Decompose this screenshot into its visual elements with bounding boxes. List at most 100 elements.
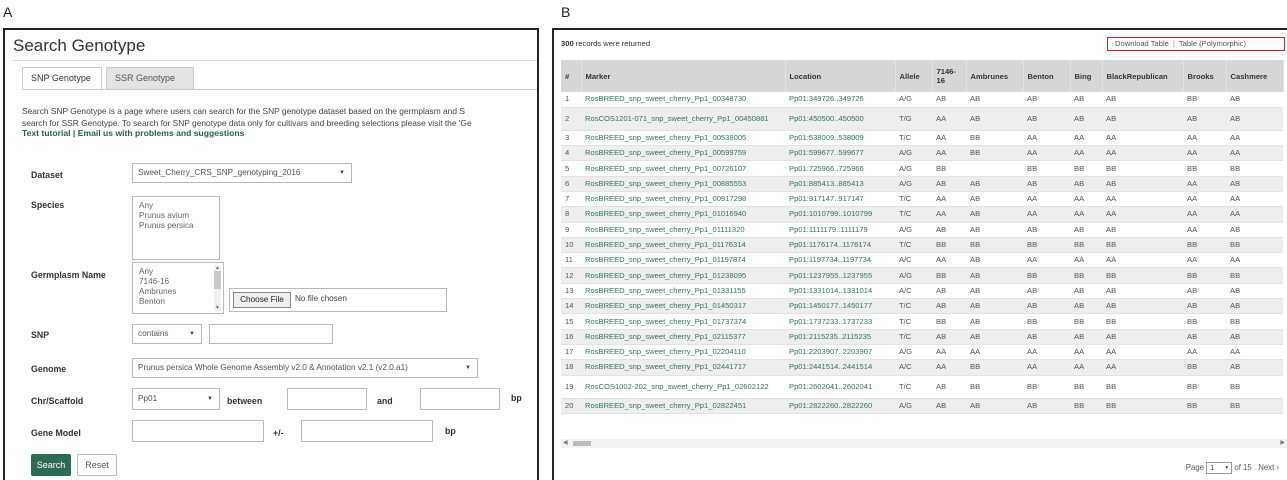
listbox-scrollbar[interactable]: ▲ ▼ [214,265,221,311]
marker-link[interactable]: RosBREED_snp_sweet_cherry_Pp1_01111320 [581,222,785,238]
table-row: 10 RosBREED_snp_sweet_cherry_Pp1_01176314… [561,237,1283,254]
marker-link[interactable]: RosCOS1002-202_snp_sweet_cherry_Pp1_0260… [581,375,785,399]
tab-snp-genotype[interactable]: SNP Genotype [22,67,102,89]
marker-link[interactable]: RosBREED_snp_sweet_cherry_Pp1_01331155 [581,283,785,300]
column-header[interactable]: Brooks [1183,60,1227,92]
marker-link[interactable]: RosBREED_snp_sweet_cherry_Pp1_00885553 [581,176,785,192]
snp-input[interactable] [209,324,333,344]
genotype-cell: AA [1070,130,1102,147]
marker-link[interactable]: RosBREED_snp_sweet_cherry_Pp1_01197874 [581,252,785,269]
search-button[interactable]: Search [31,454,71,476]
location-link[interactable]: Pp01:2203907..2203907 [785,344,895,361]
genotype-cell: BB [1102,237,1183,254]
table-row: 15 RosBREED_snp_sweet_cherry_Pp1_01737374… [561,313,1283,330]
germplasm-option[interactable]: Benton [139,297,217,307]
location-link[interactable]: Pp01:1176174..1176174 [785,237,895,254]
location-link[interactable]: Pp01:885413..885413 [785,176,895,192]
reset-button[interactable]: Reset [77,454,117,476]
download-polymorphic-link[interactable]: Table (Polymorphic) [1179,39,1246,48]
location-link[interactable]: Pp01:1197734..1197734 [785,252,895,269]
gene-model-input[interactable] [132,420,264,442]
species-option[interactable]: Prunus avium [139,211,213,221]
marker-link[interactable]: RosBREED_snp_sweet_cherry_Pp1_01450317 [581,298,785,315]
marker-link[interactable]: RosBREED_snp_sweet_cherry_Pp1_02822451 [581,398,785,414]
germplasm-listbox[interactable]: Any 7146-16 Ambrunes Benton ▲ ▼ [132,262,224,314]
column-header[interactable]: Allele [895,60,933,92]
germplasm-option[interactable]: Ambrunes [139,287,217,297]
location-link[interactable]: Pp01:450500..450500 [785,107,895,131]
page-select[interactable]: 1 ▼ [1206,462,1233,474]
species-option[interactable]: Any [139,201,213,211]
column-header[interactable]: # [561,60,582,92]
genotype-cell: AB [1070,329,1102,345]
marker-link[interactable]: RosBREED_snp_sweet_cherry_Pp1_01737374 [581,313,785,330]
marker-link[interactable]: RosBREED_snp_sweet_cherry_Pp1_00348730 [581,92,785,108]
scrollbar-thumb[interactable] [573,441,591,446]
email-us-link[interactable]: Email us with problems and suggestions [78,128,245,138]
location-link[interactable]: Pp01:1331014..1331014 [785,283,895,300]
genome-select[interactable]: Prunus persica Whole Genome Assembly v2.… [132,358,478,378]
column-header[interactable]: Cashmere [1226,60,1284,92]
location-link[interactable]: Pp01:1010799..1010799 [785,206,895,223]
gene-model-range-input[interactable] [301,420,433,442]
column-header[interactable]: BlackRepublican [1102,60,1184,92]
genotype-cell: AA [932,130,966,147]
location-link[interactable]: Pp01:2115235..2115235 [785,329,895,345]
marker-link[interactable]: RosCOS1201-071_snp_sweet_cherry_Pp1_0045… [581,107,785,131]
marker-link[interactable]: RosBREED_snp_sweet_cherry_Pp1_00917298 [581,191,785,208]
column-header[interactable]: Location [785,60,896,92]
marker-link[interactable]: RosBREED_snp_sweet_cherry_Pp1_01238095 [581,267,785,284]
text-tutorial-link[interactable]: Text tutorial [22,128,71,138]
species-listbox[interactable]: Any Prunus avium Prunus persica [132,196,220,260]
location-link[interactable]: Pp01:917147..917147 [785,191,895,208]
dataset-select[interactable]: Sweet_Cherry_CRS_SNP_genotyping_2016 ▼ [132,163,352,183]
column-header[interactable]: Marker [581,60,786,92]
location-link[interactable]: Pp01:2441514..2441514 [785,359,895,376]
column-header[interactable]: 7146-16 [932,60,967,92]
end-position-input[interactable] [420,388,500,410]
location-link[interactable]: Pp01:538009..538009 [785,130,895,147]
column-header[interactable]: Ambrunes [966,60,1024,92]
marker-link[interactable]: RosBREED_snp_sweet_cherry_Pp1_02204110 [581,344,785,361]
marker-link[interactable]: RosBREED_snp_sweet_cherry_Pp1_00538005 [581,130,785,147]
table-row: 2 RosCOS1201-071_snp_sweet_cherry_Pp1_004… [561,107,1283,131]
genotype-cell: AB [1102,329,1183,345]
column-header[interactable]: Bing [1070,60,1103,92]
marker-link[interactable]: RosBREED_snp_sweet_cherry_Pp1_02441717 [581,359,785,376]
next-page-link[interactable]: Next › [1258,463,1279,472]
scroll-down-icon[interactable]: ▼ [214,303,221,313]
download-table-link[interactable]: Download Table [1115,39,1169,48]
scrollbar-thumb[interactable] [214,271,221,289]
location-link[interactable]: Pp01:725966..725966 [785,160,895,177]
marker-link[interactable]: RosBREED_snp_sweet_cherry_Pp1_01016940 [581,206,785,223]
germplasm-option[interactable]: Any [139,267,217,277]
location-link[interactable]: Pp01:1450177..1450177 [785,298,895,315]
location-link[interactable]: Pp01:1737233..1737233 [785,313,895,330]
horizontal-scrollbar[interactable]: ◀ ▶ [561,439,1287,448]
location-link[interactable]: Pp01:599677..599677 [785,145,895,162]
location-link[interactable]: Pp01:1111179..1111179 [785,222,895,238]
table-row: 17 RosBREED_snp_sweet_cherry_Pp1_02204110… [561,344,1283,361]
genotype-cell: AB [1226,107,1283,131]
location-link[interactable]: Pp01:2602041..2602041 [785,375,895,399]
chr-scaffold-select[interactable]: Pp01 ▼ [132,388,220,410]
choose-file-button[interactable]: Choose File [233,292,291,308]
marker-link[interactable]: RosBREED_snp_sweet_cherry_Pp1_00599759 [581,145,785,162]
germplasm-option[interactable]: 7146-16 [139,277,217,287]
location-link[interactable]: Pp01:1237955..1237955 [785,267,895,284]
snp-operator-select[interactable]: contains ▼ [132,324,202,344]
tab-ssr-genotype[interactable]: SSR Genotype [106,67,194,89]
allele-cell: T/C [895,313,932,330]
scroll-left-icon[interactable]: ◀ [563,439,568,446]
marker-link[interactable]: RosBREED_snp_sweet_cherry_Pp1_01176314 [581,237,785,254]
table-row: 4 RosBREED_snp_sweet_cherry_Pp1_00599759 P… [561,145,1283,162]
species-option[interactable]: Prunus persica [139,221,213,231]
column-header[interactable]: Benton [1023,60,1071,92]
scroll-right-icon[interactable]: ▶ [1280,439,1285,446]
location-link[interactable]: Pp01:349726..349726 [785,92,895,108]
download-links: Download Table | Table (Polymorphic) [1107,37,1285,51]
marker-link[interactable]: RosBREED_snp_sweet_cherry_Pp1_02115377 [581,329,785,345]
marker-link[interactable]: RosBREED_snp_sweet_cherry_Pp1_00726107 [581,160,785,177]
start-position-input[interactable] [287,388,367,410]
location-link[interactable]: Pp01:2822260..2822260 [785,398,895,414]
